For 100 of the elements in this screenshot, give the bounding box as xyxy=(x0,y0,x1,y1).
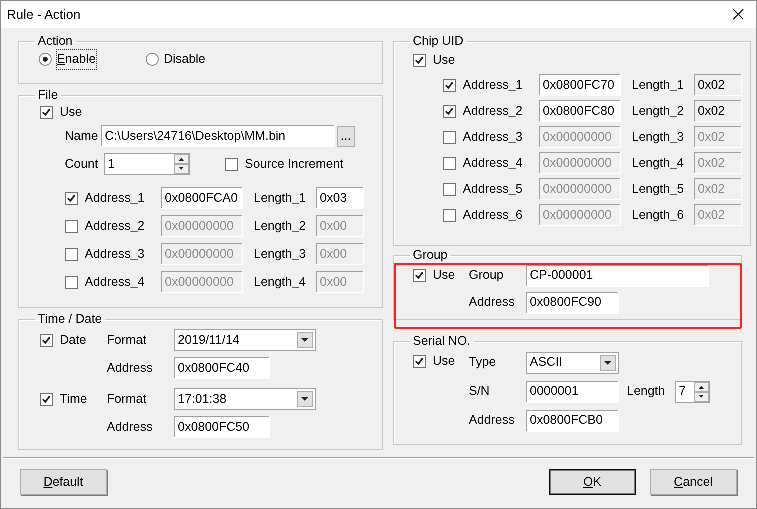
label: Count xyxy=(65,156,100,173)
dropdown[interactable]: ASCII xyxy=(526,352,619,374)
group-field[interactable]: CP-000001 xyxy=(526,264,709,286)
check-icon xyxy=(42,336,51,344)
label: Address xyxy=(107,418,154,436)
address-field[interactable]: 0x0800FC90 xyxy=(526,292,619,314)
checkbox-label: Time xyxy=(60,390,88,408)
checkbox[interactable] xyxy=(65,276,78,288)
checkbox-label: Use xyxy=(433,352,456,370)
label: Length_1 xyxy=(254,190,308,207)
checkbox[interactable] xyxy=(65,220,78,232)
label: Length xyxy=(627,383,666,400)
spinner-arrows-icon[interactable] xyxy=(694,382,709,402)
checkbox[interactable] xyxy=(40,334,53,346)
checkbox-label: Use xyxy=(433,52,456,69)
group-title: File xyxy=(37,88,60,102)
label: Type xyxy=(469,354,498,372)
checkbox[interactable] xyxy=(40,106,53,118)
checkbox-label: Address_3 xyxy=(85,246,145,263)
radio-button[interactable] xyxy=(146,52,159,66)
address-field[interactable]: 0x0800FC50 xyxy=(174,416,270,438)
checkbox-label: Address_2 xyxy=(85,218,145,235)
dialog-button[interactable]: Cancel xyxy=(650,469,737,495)
dialog-button[interactable]: Default xyxy=(20,469,107,495)
dialog-button[interactable]: OK xyxy=(549,469,636,495)
checkbox[interactable] xyxy=(443,208,456,222)
checkbox-label: Address_2 xyxy=(463,102,523,120)
label: S/N xyxy=(469,383,491,400)
checkbox-label: Address_4 xyxy=(85,274,145,291)
file-path-field[interactable]: C:\Users\24716\Desktop\MM.bin xyxy=(101,125,335,147)
checkbox[interactable] xyxy=(225,158,238,170)
radio-label: Enable xyxy=(57,50,96,69)
checkbox-label: Address_1 xyxy=(463,76,523,94)
checkbox[interactable] xyxy=(413,268,426,282)
label: Format xyxy=(107,332,148,349)
spinner-arrows-icon[interactable] xyxy=(174,154,189,174)
length-field[interactable]: 0x02 xyxy=(694,74,742,96)
checkbox-label: Address_5 xyxy=(463,180,523,198)
checkbox[interactable] xyxy=(413,354,426,368)
check-icon xyxy=(415,356,424,366)
checkbox-label: Use xyxy=(433,266,456,284)
group-title: Chip UID xyxy=(412,34,465,48)
checkbox[interactable] xyxy=(40,392,53,406)
label: Length_4 xyxy=(632,154,686,172)
check-icon xyxy=(42,108,51,116)
checkbox[interactable] xyxy=(443,130,456,144)
label: Length_5 xyxy=(632,180,686,198)
check-icon xyxy=(415,270,424,280)
checkbox-label: Source Increment xyxy=(245,156,344,173)
checkbox[interactable] xyxy=(65,192,78,204)
checkbox-label: Date xyxy=(60,332,86,349)
serial-number-field[interactable]: 0000001 xyxy=(526,380,619,402)
count-spinner[interactable]: 1 xyxy=(104,153,190,175)
checkbox-label: Address_6 xyxy=(463,206,523,224)
close-icon[interactable] xyxy=(733,9,744,20)
label: Length_3 xyxy=(254,246,308,263)
group-title: Serial NO. xyxy=(412,334,472,348)
check-icon xyxy=(445,80,454,90)
browse-button[interactable]: ... xyxy=(337,126,355,146)
checkbox[interactable] xyxy=(443,156,456,170)
label: Address xyxy=(469,294,516,312)
check-icon xyxy=(67,194,76,202)
dropdown[interactable]: 2019/11/14 xyxy=(174,329,316,351)
label: Address xyxy=(469,412,516,430)
address-field[interactable]: 0x0800FCB0 xyxy=(526,410,619,432)
label: Length_2 xyxy=(254,218,308,235)
checkbox-label: Address_3 xyxy=(463,128,523,146)
label: Group xyxy=(469,267,505,284)
checkbox[interactable] xyxy=(65,248,78,260)
checkbox-label: Use xyxy=(60,104,82,121)
group-title: Action xyxy=(37,34,74,48)
group-title: Group xyxy=(412,248,449,262)
check-icon xyxy=(415,56,424,64)
group-title: Time / Date xyxy=(37,312,104,326)
window-title: Rule - Action xyxy=(7,6,81,24)
label: Length_3 xyxy=(632,128,686,146)
dropdown[interactable]: 17:01:38 xyxy=(174,388,316,410)
check-icon xyxy=(445,106,454,116)
label: Length_6 xyxy=(632,206,686,224)
label: Length_1 xyxy=(632,76,686,94)
length-field[interactable]: 0x02 xyxy=(694,100,742,122)
checkbox-label: Address_4 xyxy=(463,154,523,172)
address-field[interactable]: 0x0800FC70 xyxy=(539,74,621,96)
label: Length_4 xyxy=(254,274,308,291)
label: Format xyxy=(107,390,148,408)
radio-label: Disable xyxy=(164,51,206,68)
label: Length_2 xyxy=(632,102,686,120)
label: Address xyxy=(107,360,154,377)
check-icon xyxy=(42,394,51,404)
checkbox[interactable] xyxy=(443,182,456,196)
checkbox-label: Address_1 xyxy=(85,190,145,207)
length-spinner[interactable]: 7 xyxy=(675,380,710,402)
address-field[interactable]: 0x0800FC80 xyxy=(539,100,621,122)
length-field[interactable]: 0x03 xyxy=(316,187,364,209)
checkbox[interactable] xyxy=(443,78,456,92)
checkbox[interactable] xyxy=(413,54,426,66)
address-field[interactable]: 0x0800FC40 xyxy=(174,357,270,379)
address-field[interactable]: 0x0800FCA0 xyxy=(161,187,243,209)
checkbox[interactable] xyxy=(443,104,456,118)
radio-button[interactable] xyxy=(39,52,52,66)
